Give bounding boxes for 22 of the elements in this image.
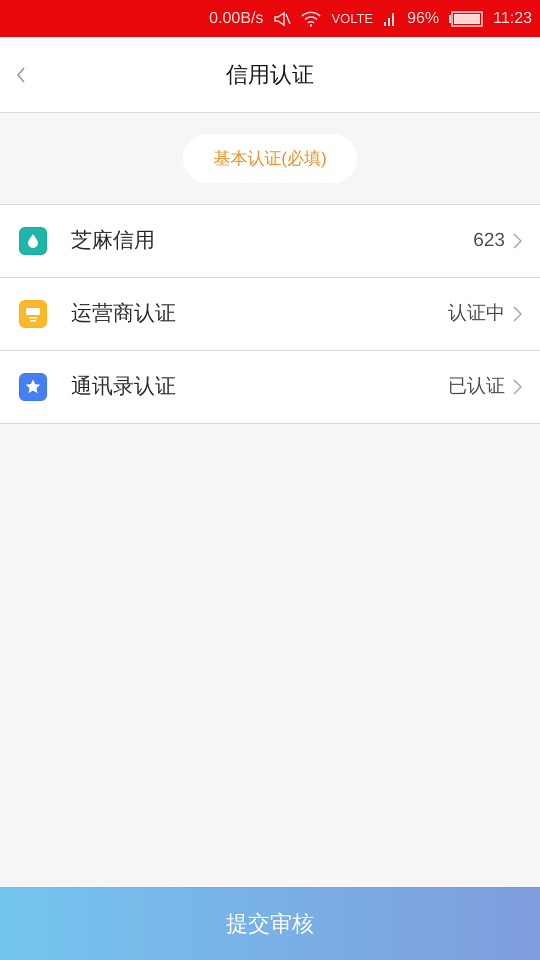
item-value: 已认证	[448, 374, 505, 399]
item-label: 芝麻信用	[71, 228, 156, 254]
item-label: 运营商认证	[71, 301, 177, 328]
battery-percent: 96%	[407, 8, 440, 28]
section-pill: 基本认证(必填)	[183, 134, 357, 184]
clock: 11:23	[493, 8, 532, 28]
item-value: 623	[473, 228, 505, 253]
battery-icon	[449, 10, 484, 26]
list-item[interactable]: 通讯录认证 已认证	[0, 351, 540, 424]
network-speed: 0.00B/s	[209, 8, 264, 28]
mute-icon	[273, 10, 292, 26]
page-title: 信用认证	[226, 61, 314, 89]
chevron-icon	[513, 306, 522, 322]
back-icon[interactable]	[16, 67, 26, 83]
network-type: VOLTE	[331, 10, 374, 28]
chevron-icon	[513, 379, 522, 395]
item-label: 通讯录认证	[71, 374, 177, 400]
item-value: 认证中	[448, 302, 505, 326]
list-item[interactable]: 运营商认证 认证中	[0, 278, 540, 351]
wifi-icon	[301, 10, 322, 26]
list-item[interactable]: 芝麻信用 623	[0, 205, 540, 278]
chevron-icon	[513, 233, 522, 249]
